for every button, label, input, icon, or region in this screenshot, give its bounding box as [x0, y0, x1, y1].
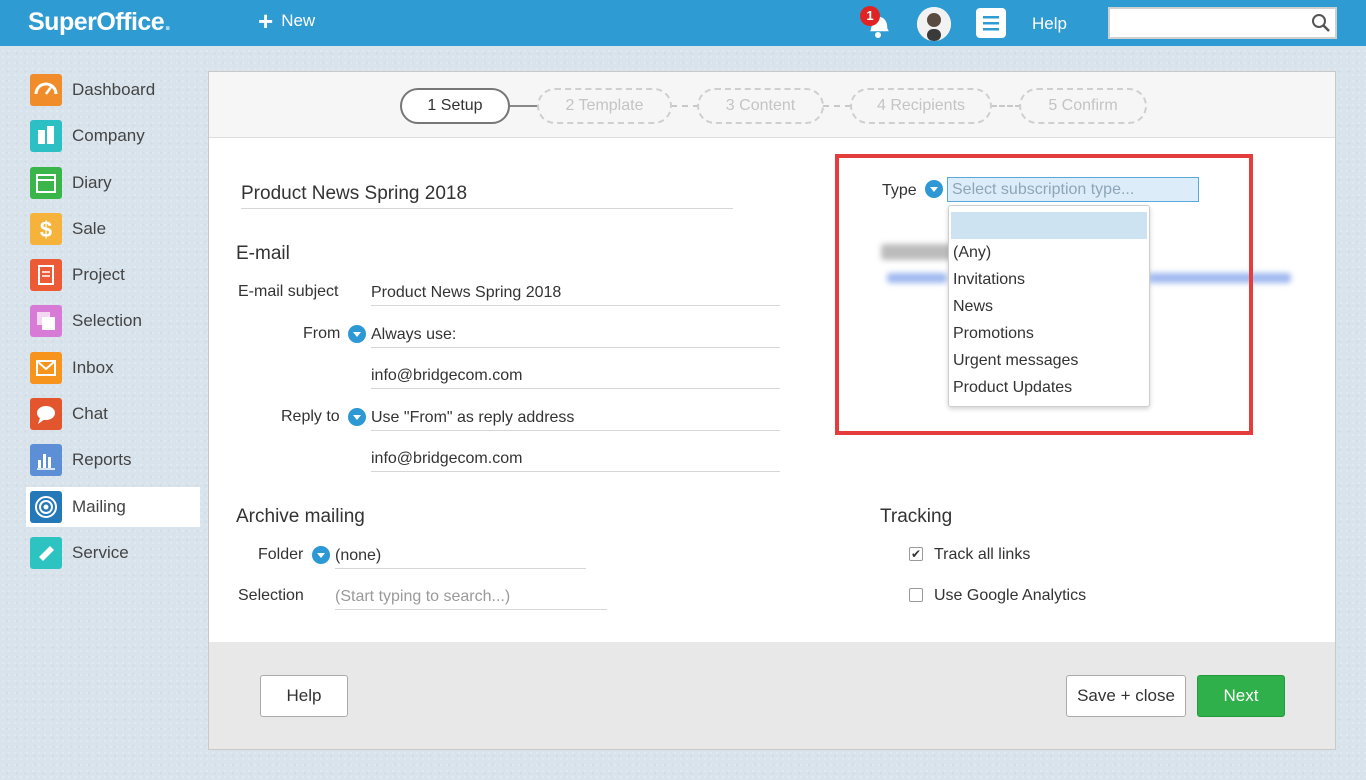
from-dropdown-icon[interactable] [348, 325, 366, 343]
sidebar-item-label: Company [72, 126, 145, 146]
sidebar-item-selection[interactable]: Selection [26, 301, 200, 341]
step-3-content[interactable]: 3 Content [697, 88, 824, 124]
tracking-section-title: Tracking [880, 506, 953, 527]
global-search [1108, 7, 1337, 39]
sidebar-item-company[interactable]: Company [26, 116, 200, 156]
mailing-icon [30, 490, 62, 523]
project-icon [30, 259, 62, 292]
step-connector [991, 105, 1021, 107]
track-links-label: Track all links [934, 546, 1031, 563]
reports-icon [30, 444, 62, 477]
sidebar-item-label: Reports [72, 450, 132, 470]
track-links-checkbox[interactable]: ✔ [909, 547, 923, 561]
wizard-steps: 1 Setup 2 Template 3 Content 4 Recipient… [209, 72, 1335, 138]
sidebar-item-label: Dashboard [72, 80, 156, 99]
user-avatar[interactable] [917, 7, 951, 41]
sidebar-item-sale[interactable]: $ Sale [26, 209, 200, 249]
company-icon [30, 120, 62, 153]
wizard-footer: Help Save + close Next [209, 642, 1335, 749]
reply-to-dropdown-icon[interactable] [348, 408, 366, 426]
step-5-confirm[interactable]: 5 Confirm [1019, 88, 1147, 124]
reply-to-label: Reply to [281, 408, 340, 425]
reply-to-address-input[interactable]: info@bridgecom.com [371, 450, 780, 472]
sidebar-item-project[interactable]: Project [26, 255, 200, 295]
inbox-icon [30, 351, 62, 384]
sidebar-item-label: Mailing [72, 496, 126, 516]
email-subject-label: E-mail subject [238, 283, 339, 300]
email-section-title: E-mail [236, 243, 290, 264]
sidebar-item-label: Sale [72, 218, 107, 238]
sidebar-item-label: Inbox [72, 357, 114, 377]
step-1-setup[interactable]: 1 Setup [400, 88, 510, 124]
step-4-recipients[interactable]: 4 Recipients [850, 88, 992, 124]
google-analytics-checkbox[interactable] [909, 588, 923, 602]
sidebar-item-chat[interactable]: Chat [26, 394, 200, 434]
next-button[interactable]: Next [1197, 675, 1285, 717]
sidebar-item-inbox[interactable]: Inbox [26, 348, 200, 388]
sidebar-item-label: Service [72, 542, 129, 562]
service-icon [30, 536, 62, 569]
chat-icon [30, 398, 62, 431]
sidebar-item-service[interactable]: Service [26, 533, 200, 573]
from-option-select[interactable]: Always use: [371, 326, 780, 348]
sale-icon: $ [30, 212, 62, 245]
sidebar-item-label: Project [72, 265, 125, 285]
superoffice-logo[interactable]: SuperOffice. [28, 8, 171, 37]
from-address-input[interactable]: info@bridgecom.com [371, 367, 780, 389]
sidebar-item-mailing[interactable]: Mailing [26, 486, 200, 527]
notifications-bell-icon[interactable]: 1 [860, 6, 892, 38]
folder-label: Folder [258, 546, 304, 563]
mailing-name-field[interactable]: Product News Spring 2018 [241, 183, 733, 209]
from-label: From [303, 325, 341, 342]
folder-select[interactable]: (none) [335, 547, 586, 569]
new-button-label: New [281, 11, 316, 30]
selection-search-input[interactable]: (Start typing to search...) [335, 588, 607, 610]
save-close-button[interactable]: Save + close [1066, 675, 1186, 717]
hamburger-icon [983, 16, 999, 31]
sidebar-item-diary[interactable]: Diary [26, 163, 200, 203]
step-connector [509, 105, 539, 107]
email-subject-input[interactable]: Product News Spring 2018 [371, 284, 780, 306]
notification-count-badge: 1 [860, 6, 880, 26]
sidebar-item-reports[interactable]: Reports [26, 440, 200, 480]
archive-section-title: Archive mailing [236, 506, 365, 527]
plus-icon: + [258, 6, 274, 36]
google-analytics-label: Use Google Analytics [934, 587, 1087, 604]
top-bar: SuperOffice. + New 1 Help [0, 0, 1366, 46]
reply-to-option-select[interactable]: Use "From" as reply address [371, 409, 780, 431]
help-link[interactable]: Help [1032, 14, 1067, 34]
step-connector [823, 105, 851, 107]
selection-icon [30, 305, 62, 338]
svg-text:$: $ [40, 217, 52, 242]
global-search-input[interactable] [1110, 9, 1300, 37]
sidebar-item-label: Selection [72, 311, 142, 331]
sidebar-item-label: Diary [72, 172, 112, 192]
sidebar-nav: Dashboard Company Diary $ Sale Project Selecti… [26, 70, 200, 579]
new-button[interactable]: + New [258, 6, 316, 36]
user-photo-icon [917, 7, 951, 41]
step-connector [671, 105, 699, 107]
step-2-template[interactable]: 2 Template [537, 88, 672, 124]
diary-icon [30, 166, 62, 199]
main-menu-icon[interactable] [976, 8, 1006, 38]
selection-label: Selection [238, 587, 304, 604]
dashboard-icon [30, 74, 62, 106]
highlight-annotation-box [835, 154, 1253, 435]
folder-dropdown-icon[interactable] [312, 546, 330, 564]
mailing-wizard-panel: 1 Setup 2 Template 3 Content 4 Recipient… [208, 71, 1336, 750]
help-button[interactable]: Help [260, 675, 348, 717]
search-icon[interactable] [1311, 13, 1331, 33]
sidebar-item-dashboard[interactable]: Dashboard [26, 70, 200, 110]
sidebar-item-label: Chat [72, 404, 108, 424]
